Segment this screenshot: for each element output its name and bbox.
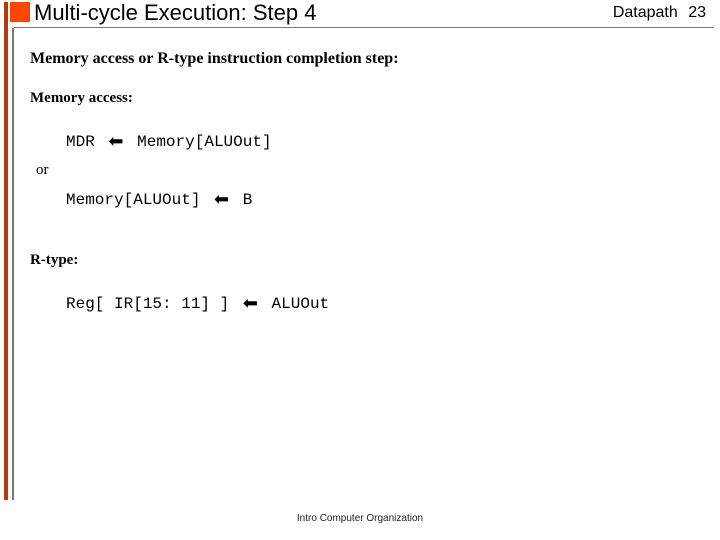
code-line-3-right: ALUOut [272, 295, 330, 313]
slide: Multi-cycle Execution: Step 4 Datapath 2… [0, 0, 720, 540]
title-divider [14, 27, 714, 28]
code-line-2-left: Memory[ALUOut] [66, 191, 200, 209]
memory-access-heading: Memory access: [30, 90, 690, 107]
code-line-1-left: MDR [66, 133, 95, 151]
code-line-1: MDR ⬅ Memory[ALUOut] [66, 129, 690, 154]
code-line-3: Reg[ IR[15: 11] ] ⬅ ALUOut [66, 291, 690, 316]
page-number: 23 [688, 4, 706, 21]
rtype-heading: R-type: [30, 252, 690, 269]
arrow-left-icon: ⬅ [243, 291, 258, 316]
section-label: Datapath [613, 4, 678, 21]
header-right: Datapath 23 [613, 4, 706, 22]
footer-text: Intro Computer Organization [0, 513, 720, 524]
arrow-left-icon: ⬅ [108, 129, 123, 154]
or-label: or [36, 162, 690, 179]
code-line-2-right: B [243, 191, 253, 209]
code-line-3-left: Reg[ IR[15: 11] ] [66, 295, 229, 313]
left-accent-bar [4, 2, 8, 500]
main-heading: Memory access or R-type instruction comp… [30, 50, 690, 68]
arrow-left-icon: ⬅ [214, 187, 229, 212]
code-line-1-right: Memory[ALUOut] [137, 133, 271, 151]
content-area: Memory access or R-type instruction comp… [30, 50, 690, 325]
title-bullet-icon [10, 2, 30, 22]
left-inner-bar [12, 28, 14, 500]
spacer [30, 220, 690, 252]
slide-title: Multi-cycle Execution: Step 4 [34, 0, 316, 26]
code-line-2: Memory[ALUOut] ⬅ B [66, 187, 690, 212]
